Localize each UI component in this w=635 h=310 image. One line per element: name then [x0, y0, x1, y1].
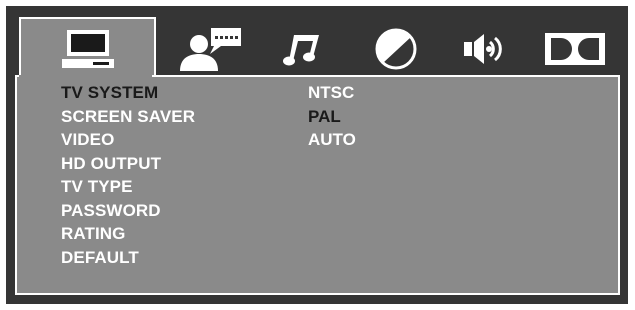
music-note-icon: [281, 31, 321, 67]
settings-menu: TV SYSTEM SCREEN SAVER VIDEO HD OUTPUT T…: [61, 81, 195, 269]
tab-audio-setup[interactable]: [270, 21, 332, 77]
menu-item-default[interactable]: DEFAULT: [61, 246, 195, 270]
option-pal[interactable]: PAL: [308, 105, 356, 129]
tab-video-setup[interactable]: [365, 21, 427, 77]
menu-item-rating[interactable]: RATING: [61, 222, 195, 246]
active-tab-connector: [19, 75, 152, 78]
option-auto[interactable]: AUTO: [308, 128, 356, 152]
menu-item-screen-saver[interactable]: SCREEN SAVER: [61, 105, 195, 129]
half-circle-icon: [374, 27, 418, 71]
speaker-icon: [460, 31, 514, 67]
tab-dolby-setup[interactable]: [535, 21, 615, 77]
tv-system-options: NTSC PAL AUTO: [308, 81, 356, 152]
tab-bar: [15, 15, 619, 77]
monitor-icon: [61, 28, 114, 68]
menu-item-video[interactable]: VIDEO: [61, 128, 195, 152]
tab-speaker-setup[interactable]: [452, 21, 522, 77]
menu-item-tv-type[interactable]: TV TYPE: [61, 175, 195, 199]
menu-item-hd-output[interactable]: HD OUTPUT: [61, 152, 195, 176]
dolby-logo-icon: [543, 31, 607, 67]
tab-system-setup[interactable]: [19, 17, 156, 77]
menu-item-tv-system[interactable]: TV SYSTEM: [61, 81, 195, 105]
menu-item-password[interactable]: PASSWORD: [61, 199, 195, 223]
option-ntsc[interactable]: NTSC: [308, 81, 356, 105]
person-speech-icon: [175, 27, 245, 71]
tab-language-setup[interactable]: [165, 21, 255, 77]
